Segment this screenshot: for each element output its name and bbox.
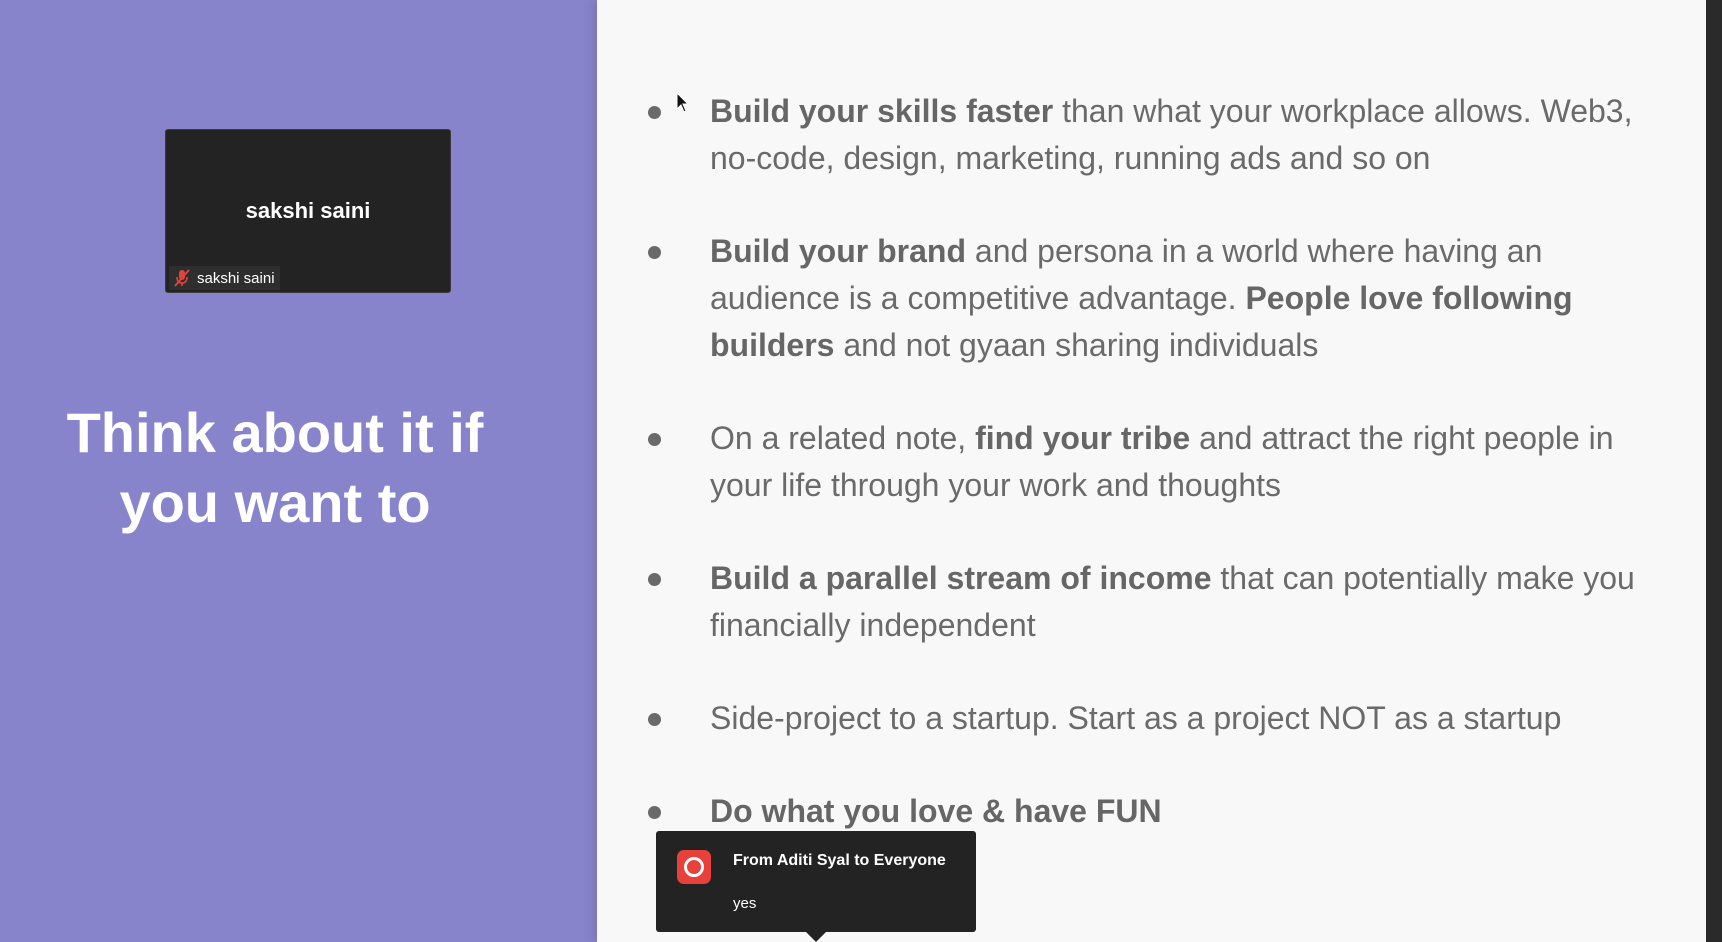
bullet-text: On a related note, find your tribe and a… [710,420,1614,503]
slide-title: Think about it if you want to [40,398,510,538]
bullet-item: Build a parallel stream of income that c… [640,555,1670,649]
bullet-plain-text: Side-project to a startup. Start as a pr… [710,700,1562,736]
bullet-dot-icon [648,246,661,259]
participant-label: sakshi saini [169,266,280,290]
participant-name: sakshi saini [245,198,371,223]
bullet-bold-text: Do what you love & have FUN [710,793,1162,829]
bullet-dot-icon [648,433,661,446]
bullet-bold-text: Build your skills faster [710,93,1054,129]
record-icon [677,850,711,884]
bullet-dot-icon [648,106,661,119]
chat-message: yes [733,895,757,912]
bullet-bold-text: find your tribe [975,420,1191,456]
bullet-text: Side-project to a startup. Start as a pr… [710,700,1561,736]
bullet-bold-text: Build a parallel stream of income [710,560,1212,596]
slide-title-line1: Think about it if [66,401,484,464]
bullet-item: Side-project to a startup. Start as a pr… [640,695,1561,742]
window-edge [1706,0,1722,942]
bullet-plain-text: On a related note, [710,420,976,456]
bullet-item: Build your skills faster than what your … [640,88,1670,182]
chat-notification[interactable]: From Aditi Syal to Everyone yes [656,831,976,942]
chat-sender: From Aditi Syal to Everyone [733,852,946,869]
bullet-bold-text: Build your brand [710,233,966,269]
participant-video-tile[interactable]: sakshi saini sakshi saini [165,129,451,293]
bullet-text: Build your brand and persona in a world … [710,233,1573,363]
bullet-plain-text: and not gyaan sharing individuals [834,327,1319,363]
bullet-item: Build your brand and persona in a world … [640,228,1670,369]
participant-label-name: sakshi saini [197,269,275,287]
bullet-dot-icon [648,713,661,726]
bullet-text: Build your skills faster than what your … [710,93,1632,176]
slide-left-panel: sakshi saini sakshi saini Think about it… [0,0,597,942]
bullet-dot-icon [648,573,661,586]
slide-title-line2: you want to [119,471,431,534]
bullet-item: On a related note, find your tribe and a… [640,415,1670,509]
meeting-screen: sakshi saini sakshi saini Think about it… [0,0,1722,942]
bullet-item: Do what you love & have FUN [640,788,1162,835]
bullet-text: Build a parallel stream of income that c… [710,560,1635,643]
bullet-text: Do what you love & have FUN [710,793,1162,829]
mic-muted-icon [174,269,190,287]
bullet-dot-icon [648,806,661,819]
mouse-cursor-icon [676,92,690,113]
